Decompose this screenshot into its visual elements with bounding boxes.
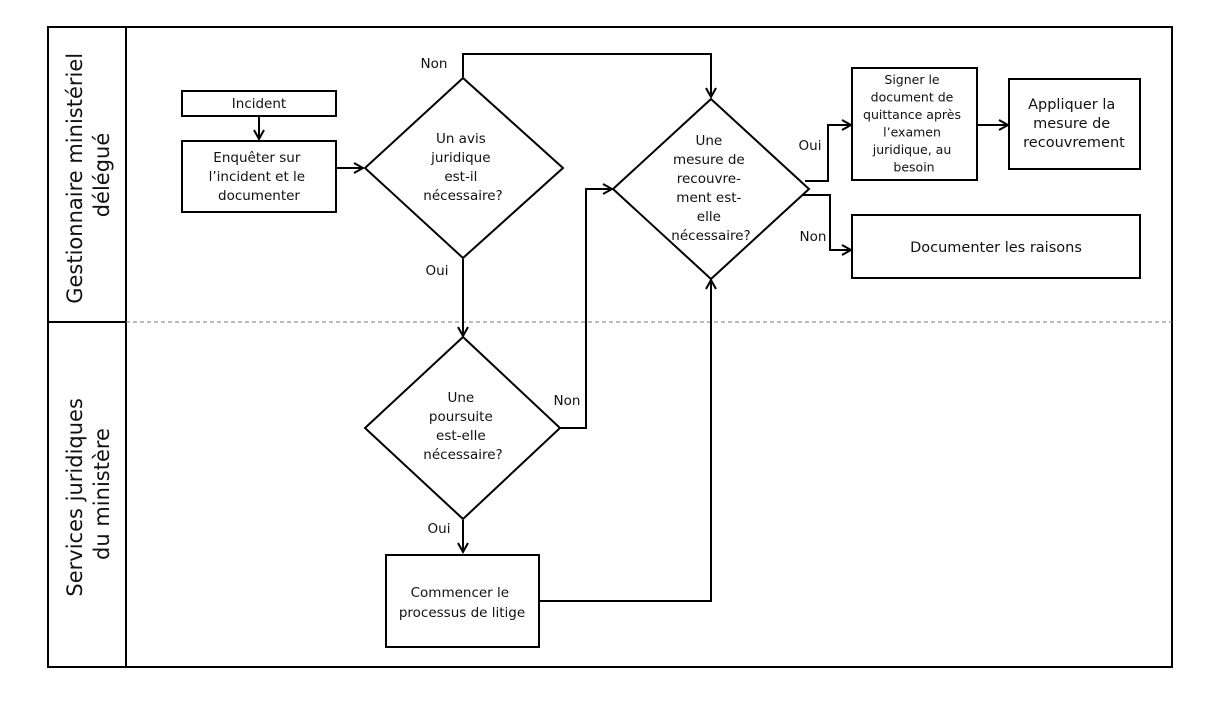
outer-frame <box>47 26 1173 668</box>
edge-litige-to-mesure <box>539 280 711 602</box>
lane-label-services-juridiques: Services juridiques du ministère <box>63 391 114 596</box>
edge-label-mesure-oui: Oui <box>799 138 822 154</box>
node-poursuite: Une poursuite est-elle nécessaire? <box>363 335 562 521</box>
node-label: Appliquer la mesure de recouvrement <box>1023 97 1125 151</box>
edge-label-mesure-non: Non <box>800 229 827 245</box>
node-appliquer: Appliquer la mesure de recouvrement <box>1008 78 1141 170</box>
node-label: Incident <box>232 96 286 112</box>
lane-services-juridiques: Services juridiques du ministère <box>63 391 114 597</box>
lane-label-gestionnaire: Gestionnaire ministériel délégué <box>63 46 114 304</box>
node-label: Documenter les raisons <box>910 240 1082 256</box>
node-avis-juridique: Un avis juridique est-il nécessaire? <box>363 76 565 260</box>
node-mesure-recouvrement: Une mesure de recouvre- ment est- elle n… <box>611 97 811 281</box>
node-litige: Commencer le processus de litige <box>385 554 540 648</box>
swimlane-flowchart: Gestionnaire ministériel délégué Service… <box>47 26 1173 668</box>
edge-label-poursuite-oui: Oui <box>428 521 451 537</box>
edge-label-avis-non: Non <box>421 56 448 72</box>
node-signer: Signer le document de quittance après l’… <box>851 67 978 181</box>
node-incident: Incident <box>181 90 337 117</box>
node-label: Enquêter sur l’incident et le documenter <box>209 150 310 204</box>
decision-diamond <box>363 76 565 260</box>
swimlane-frame <box>47 26 1173 668</box>
process-box <box>385 554 540 648</box>
node-enqueter: Enquêter sur l’incident et le documenter <box>181 140 337 213</box>
edge-avis-non-to-mesure <box>462 53 711 97</box>
lane-gestionnaire: Gestionnaire ministériel délégué <box>63 46 114 304</box>
node-documenter-raisons: Documenter les raisons <box>851 214 1141 279</box>
decision-diamond <box>611 97 811 281</box>
edge-label-poursuite-non: Non <box>554 393 581 409</box>
edge-label-avis-oui: Oui <box>426 263 449 279</box>
